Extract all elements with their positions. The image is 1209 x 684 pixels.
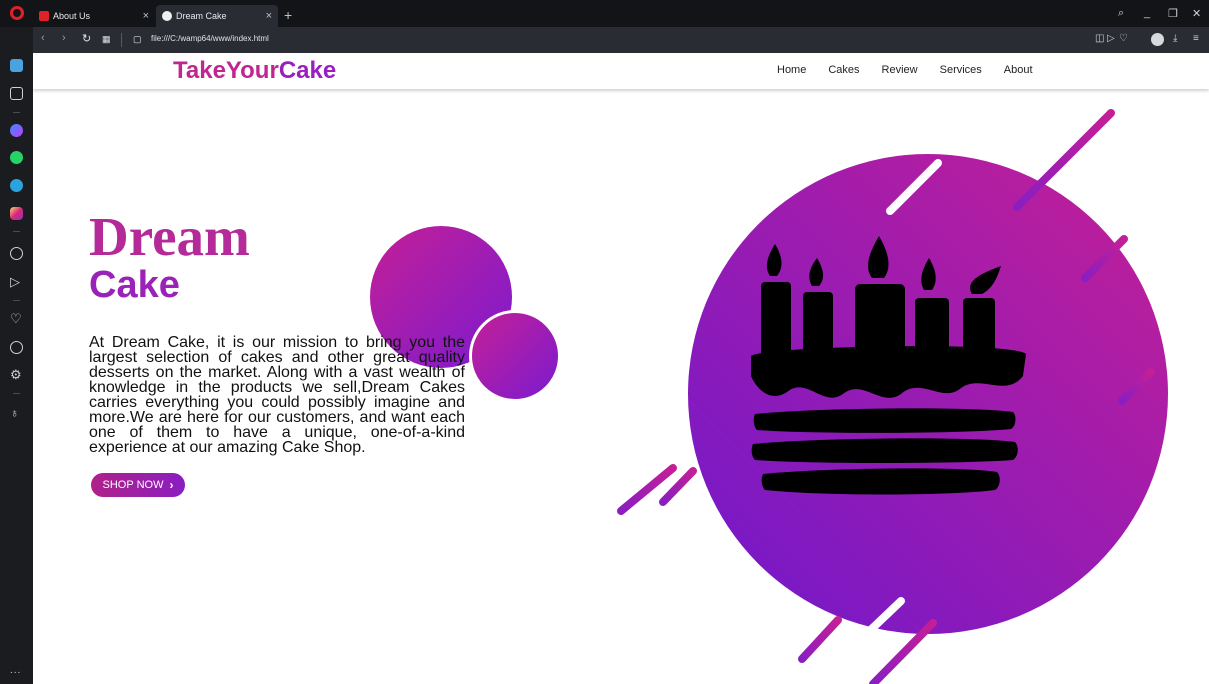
- player-icon[interactable]: [10, 247, 23, 260]
- browser-tab-bar: About Us × Dream Cake × + ⌕ _ ❐ ✕: [0, 0, 1209, 27]
- new-tab-button[interactable]: +: [284, 7, 292, 23]
- flow-icon[interactable]: ▷: [10, 275, 23, 288]
- opera-logo-icon[interactable]: [10, 6, 24, 20]
- telegram-icon[interactable]: [10, 179, 23, 192]
- deco-line: [798, 616, 842, 663]
- decorative-bubble-small: [469, 310, 561, 402]
- download-icon[interactable]: ⤓: [1173, 33, 1177, 44]
- bookmarks-icon[interactable]: [10, 87, 23, 100]
- search-tabs-icon[interactable]: ⌕: [1118, 7, 1124, 20]
- tips-icon[interactable]: ♁: [10, 407, 23, 420]
- flow-icon[interactable]: ▷: [1107, 33, 1115, 44]
- site-favicon-icon: [39, 11, 49, 21]
- logo-part-1: TakeYour: [173, 57, 279, 84]
- divider: [13, 393, 20, 394]
- instagram-icon[interactable]: [10, 207, 23, 220]
- whatsapp-icon[interactable]: [10, 151, 23, 164]
- deco-line: [1013, 109, 1115, 211]
- maximize-icon[interactable]: ❐: [1168, 7, 1178, 20]
- close-icon[interactable]: ×: [266, 10, 272, 22]
- snapshot-icon[interactable]: ◫: [1095, 33, 1104, 44]
- hero-subtitle: Cake: [89, 264, 180, 306]
- site-menu: Home Cakes Review Services About: [777, 64, 1055, 76]
- url-field[interactable]: file:///C:/wamp64/www/index.html: [151, 34, 269, 43]
- logo-part-2: Cake: [278, 57, 337, 84]
- nav-services[interactable]: Services: [940, 64, 982, 76]
- minimize-icon[interactable]: _: [1144, 7, 1150, 19]
- nav-cakes[interactable]: Cakes: [828, 64, 859, 76]
- cake-icon: [751, 236, 1026, 495]
- address-bar: ‹ › ↻ ▦ ▢ file:///C:/wamp64/www/index.ht…: [33, 27, 1209, 53]
- back-icon[interactable]: ‹: [41, 32, 45, 44]
- tab-dream-cake[interactable]: Dream Cake ×: [156, 5, 278, 27]
- nav-review[interactable]: Review: [882, 64, 918, 76]
- bookmark-heart-icon[interactable]: ♡: [1119, 33, 1128, 44]
- tab-title: Dream Cake: [176, 11, 227, 21]
- more-icon[interactable]: ...: [10, 665, 21, 676]
- tab-title: About Us: [53, 11, 91, 21]
- nav-home[interactable]: Home: [777, 64, 806, 76]
- close-window-icon[interactable]: ✕: [1192, 7, 1201, 20]
- nav-about[interactable]: About: [1004, 64, 1033, 76]
- reload-icon[interactable]: ↻: [82, 32, 91, 45]
- deco-line: [730, 127, 799, 195]
- divider: [121, 33, 122, 47]
- divider: [13, 231, 20, 232]
- browser-sidebar: ▷ ♡ ⚙ ♁ ...: [0, 27, 33, 684]
- menu-icon[interactable]: ≡: [1193, 33, 1199, 44]
- speed-dial-icon[interactable]: ▦: [102, 34, 111, 45]
- site-logo[interactable]: TakeYourCake: [173, 57, 336, 85]
- divider: [13, 300, 20, 301]
- web-page: TakeYourCake Home Cakes Review Services …: [33, 53, 1209, 684]
- page-icon: ▢: [133, 34, 142, 44]
- divider: [13, 112, 20, 113]
- chevron-right-icon: ›: [169, 478, 174, 492]
- settings-icon[interactable]: ⚙: [10, 368, 23, 381]
- forward-icon[interactable]: ›: [62, 32, 66, 44]
- site-navbar: TakeYourCake Home Cakes Review Services …: [33, 53, 1209, 89]
- profile-avatar-icon[interactable]: [1151, 33, 1164, 46]
- close-icon[interactable]: ×: [143, 10, 149, 22]
- globe-icon: [162, 11, 172, 21]
- shop-now-button[interactable]: SHOP NOW ›: [91, 473, 185, 497]
- heart-icon[interactable]: ♡: [10, 312, 23, 325]
- tab-about-us[interactable]: About Us ×: [33, 5, 155, 27]
- history-icon[interactable]: [10, 341, 23, 354]
- messenger-icon[interactable]: [10, 124, 23, 137]
- hero-title: Dream: [89, 206, 250, 267]
- home-icon[interactable]: [10, 59, 23, 72]
- shop-now-label: SHOP NOW: [102, 479, 164, 491]
- hero-description: At Dream Cake, it is our mission to brin…: [89, 334, 465, 456]
